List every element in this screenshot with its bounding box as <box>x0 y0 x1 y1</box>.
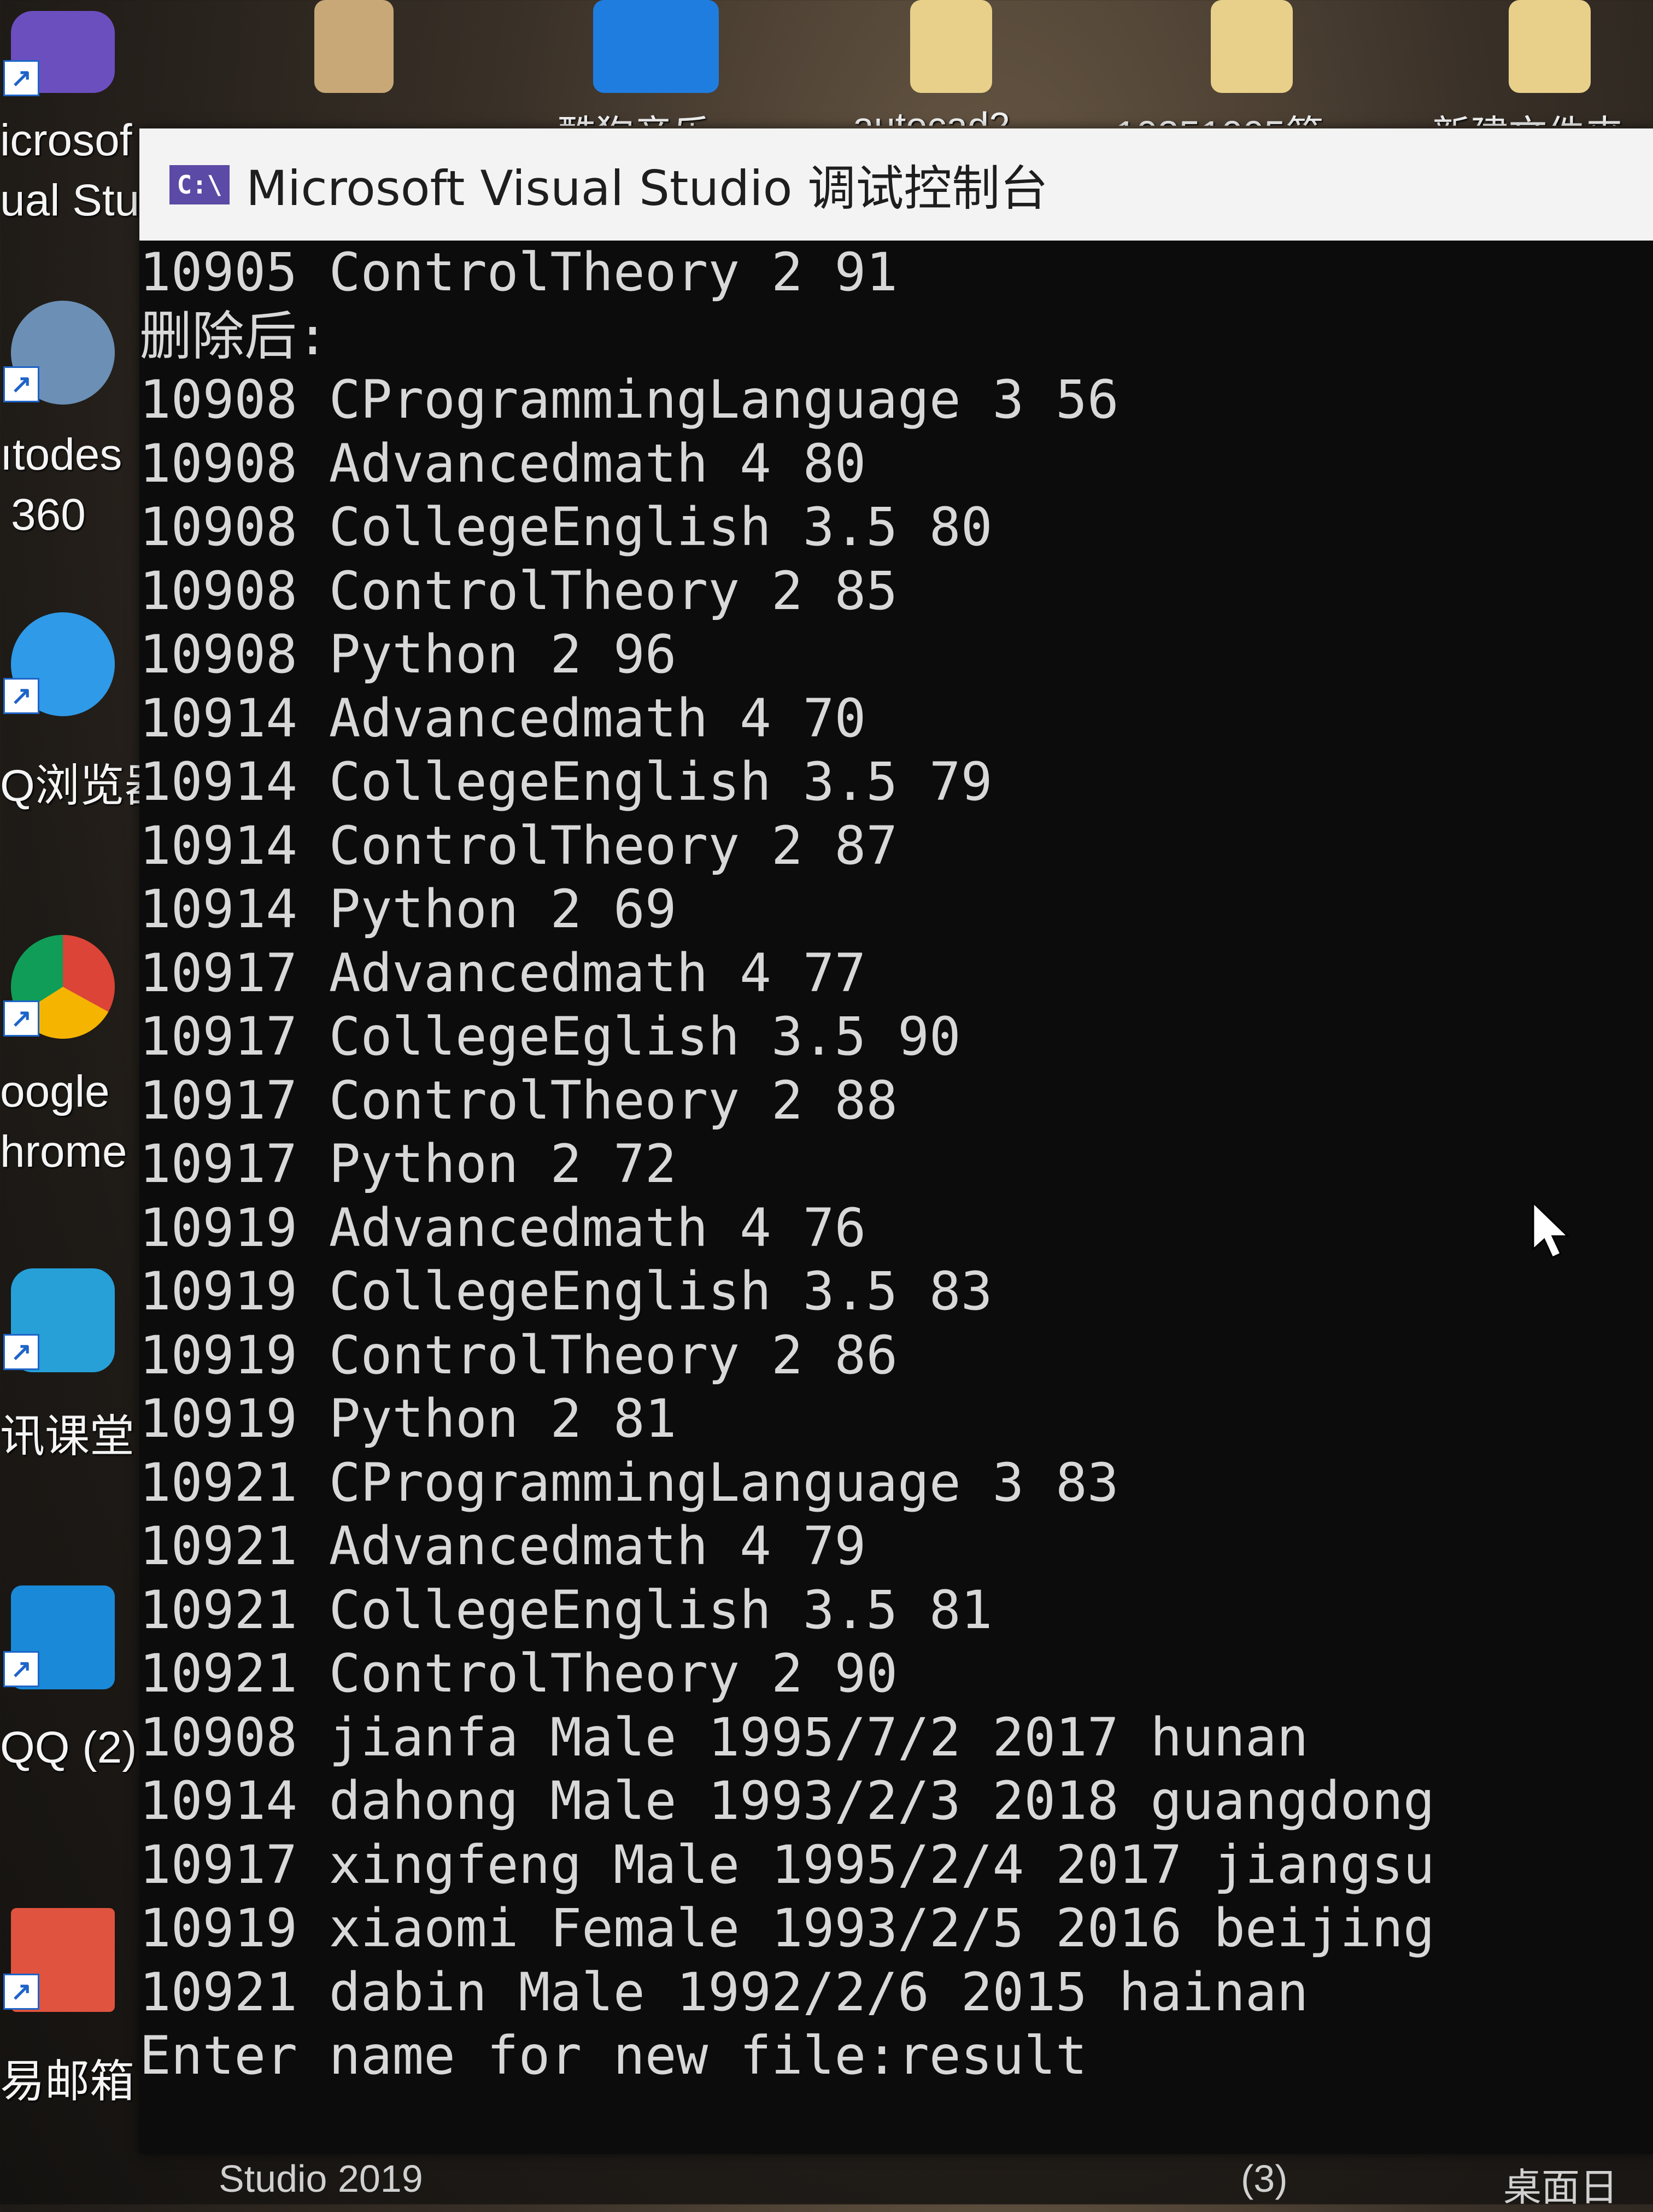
console-line: 10914 Advancedmath 4 70 <box>139 687 866 749</box>
desktop-icon-label: ual Stu <box>0 175 139 225</box>
console-line: 10921 CollegeEnglish 3.5 81 <box>139 1579 993 1641</box>
console-line: 10908 ControlTheory 2 85 <box>139 560 898 622</box>
desktop-icon-label: (3) <box>1241 2157 1288 2200</box>
console-line: 10917 Python 2 72 <box>139 1133 677 1195</box>
console-line: 10921 Advancedmath 4 79 <box>139 1515 866 1577</box>
console-line: 10917 Advancedmath 4 77 <box>139 942 866 1004</box>
document-icon[interactable] <box>1509 0 1591 93</box>
desktop-icon-label: QQ (2) <box>0 1723 137 1772</box>
shortcut-arrow-icon: ↗ <box>3 1651 39 1687</box>
desktop-icon-label: autocad2 <box>853 104 1011 126</box>
console-line: 10917 ControlTheory 2 88 <box>139 1069 898 1131</box>
console-line: 10921 ControlTheory 2 90 <box>139 1643 898 1704</box>
console-line: 10921 CProgrammingLanguage 3 83 <box>139 1452 1119 1513</box>
console-line: 10914 ControlTheory 2 87 <box>139 815 898 876</box>
desktop-icon-label: 新建文件夹 <box>1432 104 1623 126</box>
folder-icon[interactable] <box>910 0 992 93</box>
console-line: 10914 CollegeEnglish 3.5 79 <box>139 751 993 812</box>
shortcut-arrow-icon: ↗ <box>3 1000 39 1037</box>
folder-icon[interactable] <box>1211 0 1293 93</box>
desktop-icon-label: Q浏览器 <box>0 761 139 811</box>
desktop-icon-label: 酷狗音乐 <box>558 104 711 126</box>
window-titlebar[interactable]: C:\ Microsoft Visual Studio 调试控制台 <box>139 128 1653 241</box>
desktop-icon-label: oogle <box>0 1067 110 1116</box>
console-line: 10914 dahong Male 1993/2/3 2018 guangdon… <box>139 1770 1435 1831</box>
console-prompt-line[interactable]: Enter name for new file:result <box>139 2024 1653 2088</box>
console-line: 10919 Advancedmath 4 76 <box>139 1197 866 1259</box>
console-line: 10914 Python 2 69 <box>139 879 677 940</box>
console-line: 10919 xiaomi Female 1993/2/5 2016 beijin… <box>139 1898 1435 1959</box>
shortcut-arrow-icon: ↗ <box>3 1334 39 1370</box>
shortcut-arrow-icon: ↗ <box>3 1974 39 2010</box>
music-app-icon[interactable] <box>314 0 394 93</box>
console-line: 删除后: <box>139 305 329 367</box>
console-line: 10908 Advancedmath 4 80 <box>139 432 866 494</box>
desktop-icon-label: 讯课堂 <box>0 1412 135 1461</box>
desktop-icon-label: Studio 2019 <box>219 2157 423 2200</box>
console-line: 10917 CollegeEglish 3.5 90 <box>139 1006 961 1067</box>
console-app-icon: C:\ <box>169 165 230 204</box>
console-line: 10905 ControlTheory 2 91 <box>139 242 898 303</box>
console-line: 10908 CollegeEnglish 3.5 80 <box>139 496 993 558</box>
desktop-icons-column: ↗ icrosof ual Stu ↗ ıtodes 360 ↗ Q浏览器 ↗ … <box>0 0 142 2204</box>
desktop-icon-label: hrome <box>0 1127 127 1177</box>
console-line: 10919 ControlTheory 2 86 <box>139 1324 898 1386</box>
shortcut-arrow-icon: ↗ <box>3 366 39 402</box>
kugou-app-icon[interactable] <box>593 0 719 93</box>
shortcut-arrow-icon: ↗ <box>3 678 39 714</box>
desktop-icon-label: 易邮箱 <box>0 2057 135 2106</box>
desktop-icon-label: ıtodes <box>0 430 122 479</box>
console-line: 10908 Python 2 96 <box>139 624 677 685</box>
console-line: 10917 xingfeng Male 1995/2/4 2017 jiangs… <box>139 1834 1435 1895</box>
desktop-icon-label: 桌面日 <box>1503 2166 1618 2209</box>
console-line: 10908 jianfa Male 1995/7/2 2017 hunan <box>139 1706 1309 1768</box>
console-line: 10921 dabin Male 1992/2/6 2015 hainan <box>139 1961 1309 2023</box>
console-output[interactable]: 10905 ControlTheory 2 91 删除后: 10908 CPro… <box>139 241 1653 2154</box>
desktop-icon-label: 360 <box>11 490 86 540</box>
desktop-icon-label: 10351005第 <box>1115 104 1323 126</box>
window-title: Microsoft Visual Studio 调试控制台 <box>246 160 1048 216</box>
mouse-cursor-icon <box>1532 1201 1570 1259</box>
console-line: 10919 Python 2 81 <box>139 1388 677 1449</box>
console-window[interactable]: C:\ Microsoft Visual Studio 调试控制台 10905 … <box>139 128 1653 2154</box>
console-line: 10919 CollegeEnglish 3.5 83 <box>139 1261 993 1322</box>
console-line: 10908 CProgrammingLanguage 3 56 <box>139 369 1119 430</box>
desktop-icon-label: icrosof <box>0 115 132 165</box>
shortcut-arrow-icon: ↗ <box>3 60 39 96</box>
